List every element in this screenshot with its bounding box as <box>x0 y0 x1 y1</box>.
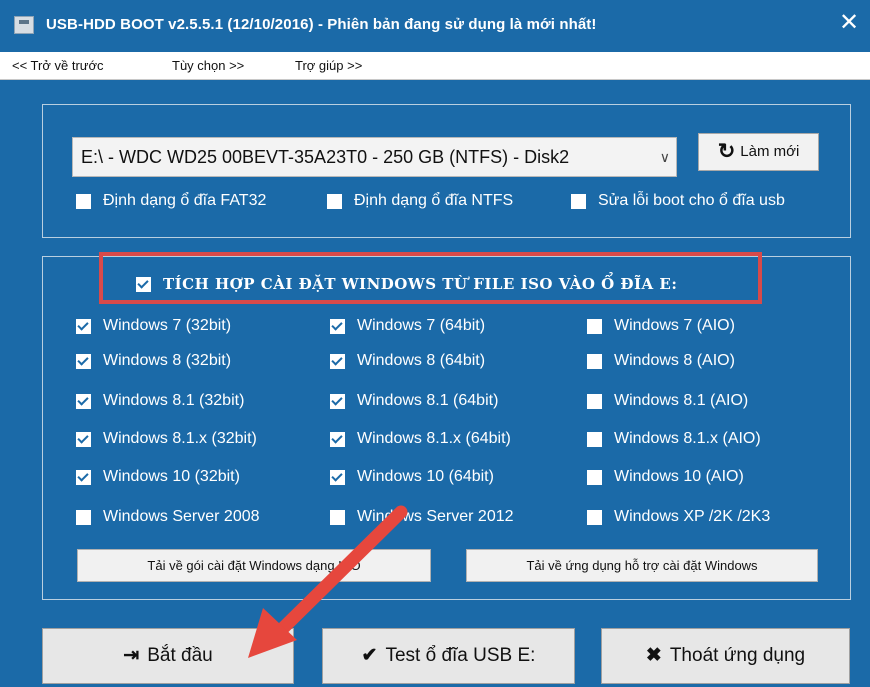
checkbox-server-2012[interactable] <box>330 509 345 525</box>
download-support-button[interactable]: Tải về ứng dụng hỗ trợ cài đặt Windows <box>466 549 818 582</box>
option-label: Windows 10 (32bit) <box>103 468 240 485</box>
option-label: Windows 8.1.x (64bit) <box>357 430 511 447</box>
drive-select[interactable]: E:\ - WDC WD25 00BEVT-35A23T0 - 250 GB (… <box>72 137 677 177</box>
download-iso-button[interactable]: Tải về gói cài đặt Windows dạng ISO <box>77 549 431 582</box>
checkbox-fat32[interactable] <box>76 193 91 209</box>
test-usb-button[interactable]: ✔ Test ổ đĩa USB E: <box>322 628 575 684</box>
option-win81x-32[interactable]: Windows 8.1.x (32bit) <box>76 430 257 448</box>
checkbox-fix-boot[interactable] <box>571 193 586 209</box>
checkbox-win81x-32[interactable] <box>76 431 91 447</box>
option-win81-aio[interactable]: Windows 8.1 (AIO) <box>587 392 748 410</box>
checkbox-win81x-64[interactable] <box>330 431 345 447</box>
option-server-2008[interactable]: Windows Server 2008 <box>76 508 260 526</box>
refresh-button[interactable]: ↻ Làm mới <box>698 133 819 171</box>
close-icon: ✖ <box>645 645 662 666</box>
option-label: Windows Server 2008 <box>103 508 260 525</box>
option-fix-boot[interactable]: Sửa lỗi boot cho ổ đĩa usb <box>571 192 785 210</box>
app-icon <box>14 16 34 34</box>
menu-back[interactable]: << Trở về trước <box>12 58 104 73</box>
checkbox-integrate[interactable] <box>136 276 151 292</box>
checkbox-win81x-aio[interactable] <box>587 431 602 447</box>
option-label: Windows 8 (64bit) <box>357 352 486 369</box>
checkbox-win7-32[interactable] <box>76 318 91 334</box>
close-button[interactable]: ✕ <box>836 10 862 36</box>
test-label: Test ổ đĩa USB E: <box>385 645 536 666</box>
start-label: Bắt đầu <box>147 645 213 666</box>
option-win8-64[interactable]: Windows 8 (64bit) <box>330 352 485 370</box>
option-win81-32[interactable]: Windows 8.1 (32bit) <box>76 392 244 410</box>
option-win7-32[interactable]: Windows 7 (32bit) <box>76 317 231 335</box>
menu-options[interactable]: Tùy chọn >> <box>172 58 244 73</box>
option-win7-aio[interactable]: Windows 7 (AIO) <box>587 317 735 335</box>
refresh-icon: ↻ <box>717 140 736 163</box>
option-label: Windows XP /2K /2K3 <box>614 508 771 525</box>
title-bar: USB-HDD BOOT v2.5.5.1 (12/10/2016) - Phi… <box>0 0 870 52</box>
option-label: Windows Server 2012 <box>357 508 514 525</box>
checkbox-win81-64[interactable] <box>330 393 345 409</box>
checkbox-win7-64[interactable] <box>330 318 345 334</box>
option-label: Windows 7 (64bit) <box>357 317 486 334</box>
window-title: USB-HDD BOOT v2.5.5.1 (12/10/2016) - Phi… <box>46 16 597 33</box>
checkbox-server-2008[interactable] <box>76 509 91 525</box>
option-win8-aio[interactable]: Windows 8 (AIO) <box>587 352 735 370</box>
option-label: Windows 8 (32bit) <box>103 352 232 369</box>
option-win8-32[interactable]: Windows 8 (32bit) <box>76 352 231 370</box>
option-winxp[interactable]: Windows XP /2K /2K3 <box>587 508 770 526</box>
option-label: Windows 10 (AIO) <box>614 468 744 485</box>
exit-button[interactable]: ✖ Thoát ứng dụng <box>601 628 850 684</box>
checkbox-ntfs[interactable] <box>327 193 342 209</box>
menu-bar: << Trở về trước Tùy chọn >> Trợ giúp >> <box>0 52 870 80</box>
option-label: Windows 10 (64bit) <box>357 468 494 485</box>
chevron-down-icon: ∨ <box>659 149 670 165</box>
option-ntfs-label: Định dạng ổ đĩa NTFS <box>354 192 514 209</box>
option-label: Windows 8.1 (AIO) <box>614 392 749 409</box>
checkbox-winxp[interactable] <box>587 509 602 525</box>
checkbox-win81-aio[interactable] <box>587 393 602 409</box>
option-label: Windows 7 (AIO) <box>614 317 735 334</box>
option-label: Windows 8.1 (64bit) <box>357 392 499 409</box>
option-fat32[interactable]: Định dạng ổ đĩa FAT32 <box>76 192 266 210</box>
checkbox-win10-32[interactable] <box>76 469 91 485</box>
enter-icon: ⇥ <box>123 645 140 666</box>
option-win7-64[interactable]: Windows 7 (64bit) <box>330 317 485 335</box>
checkbox-win10-64[interactable] <box>330 469 345 485</box>
option-server-2012[interactable]: Windows Server 2012 <box>330 508 514 526</box>
exit-label: Thoát ứng dụng <box>669 645 806 666</box>
check-icon: ✔ <box>361 645 378 666</box>
menu-help[interactable]: Trợ giúp >> <box>295 58 362 73</box>
option-label: Windows 8.1.x (AIO) <box>614 430 761 447</box>
refresh-label: Làm mới <box>740 143 800 160</box>
checkbox-win8-aio[interactable] <box>587 353 602 369</box>
option-ntfs[interactable]: Định dạng ổ đĩa NTFS <box>327 192 513 210</box>
option-fat32-label: Định dạng ổ đĩa FAT32 <box>103 192 267 209</box>
start-button[interactable]: ⇥ Bắt đầu <box>42 628 294 684</box>
option-label: Windows 7 (32bit) <box>103 317 232 334</box>
option-win81-64[interactable]: Windows 8.1 (64bit) <box>330 392 498 410</box>
option-win10-64[interactable]: Windows 10 (64bit) <box>330 468 494 486</box>
checkbox-win7-aio[interactable] <box>587 318 602 334</box>
checkbox-win10-aio[interactable] <box>587 469 602 485</box>
drive-select-value: E:\ - WDC WD25 00BEVT-35A23T0 - 250 GB (… <box>81 147 570 167</box>
integrate-option[interactable]: TÍCH HỢP CÀI ĐẶT WINDOWS TỪ FILE ISO VÀO… <box>136 275 677 293</box>
option-label: Windows 8 (AIO) <box>614 352 735 369</box>
option-win10-32[interactable]: Windows 10 (32bit) <box>76 468 240 486</box>
option-win81x-64[interactable]: Windows 8.1.x (64bit) <box>330 430 511 448</box>
option-label: Windows 8.1.x (32bit) <box>103 430 257 447</box>
option-label: Windows 8.1 (32bit) <box>103 392 245 409</box>
integrate-label: TÍCH HỢP CÀI ĐẶT WINDOWS TỪ FILE ISO VÀO… <box>163 275 678 293</box>
option-win10-aio[interactable]: Windows 10 (AIO) <box>587 468 744 486</box>
checkbox-win8-64[interactable] <box>330 353 345 369</box>
option-win81x-aio[interactable]: Windows 8.1.x (AIO) <box>587 430 761 448</box>
checkbox-win81-32[interactable] <box>76 393 91 409</box>
checkbox-win8-32[interactable] <box>76 353 91 369</box>
option-fix-boot-label: Sửa lỗi boot cho ổ đĩa usb <box>598 192 785 209</box>
